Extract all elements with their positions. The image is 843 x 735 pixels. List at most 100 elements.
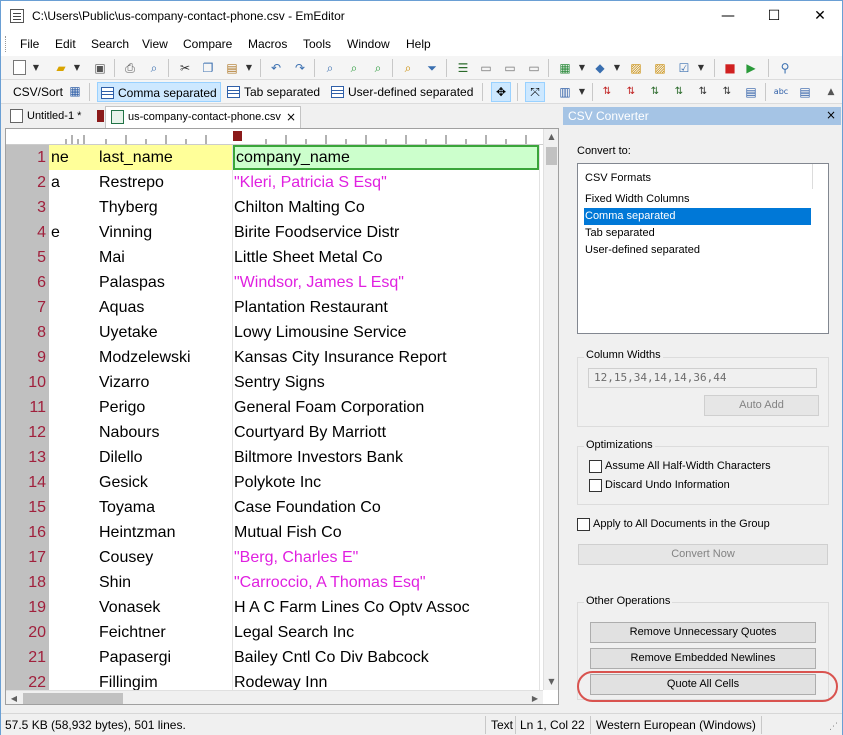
tab-us-company-contact-phone[interactable]: us-company-contact-phone.csv × — [105, 106, 301, 128]
convert-option[interactable]: User-defined separated — [584, 242, 811, 259]
cell[interactable] — [51, 595, 96, 620]
paste-icon[interactable]: ▤ — [224, 60, 240, 76]
cell[interactable] — [51, 270, 96, 295]
close-tab-icon[interactable]: × — [286, 107, 296, 127]
redo-icon[interactable]: ↷ — [292, 60, 308, 76]
discard-undo-checkbox[interactable]: Discard Undo Information — [589, 479, 730, 493]
sort-numeric-desc-icon[interactable]: ⇅ — [671, 84, 687, 100]
paste-dropdown-icon[interactable]: ▼ — [241, 60, 257, 76]
column-widths-input[interactable]: 12,15,34,14,14,36,44 — [588, 368, 817, 388]
cell[interactable]: Modzelewski — [99, 345, 231, 370]
cell[interactable]: a — [51, 170, 96, 195]
convert-option[interactable]: Fixed Width Columns — [584, 191, 811, 208]
cell[interactable]: General Foam Corporation — [234, 395, 539, 420]
table-row[interactable]: Dilello Biltmore Investors Bank — [49, 445, 543, 470]
horizontal-scroll-thumb[interactable] — [23, 693, 123, 704]
table-row[interactable]: Toyama Case Foundation Co — [49, 495, 543, 520]
convert-to-list[interactable]: CSV Formats Fixed Width Columns Comma sepa… — [577, 163, 829, 334]
sort-z-a-icon[interactable]: ⇅ — [623, 84, 639, 100]
cell[interactable] — [51, 620, 96, 645]
cell[interactable] — [51, 520, 96, 545]
tab-separated-button[interactable]: Tab separated — [224, 82, 324, 102]
menu-edit[interactable]: Edit — [55, 37, 76, 51]
cell[interactable]: Papasergi — [99, 645, 231, 670]
table-row[interactable]: e Vinning Birite Foodservice Distr — [49, 220, 543, 245]
sort-length-desc-icon[interactable]: ⇅ — [719, 84, 735, 100]
config-dropdown-icon[interactable]: ▼ — [609, 60, 625, 76]
cell[interactable]: Vizarro — [99, 370, 231, 395]
cell[interactable]: Perigo — [99, 395, 231, 420]
find-in-files-icon[interactable]: ⌕ — [400, 60, 416, 76]
remove-unnecessary-quotes-button[interactable]: Remove Unnecessary Quotes — [590, 622, 816, 643]
cell[interactable]: ne — [49, 145, 98, 170]
config-icon[interactable]: ◆ — [592, 60, 608, 76]
cell[interactable]: Nabours — [99, 420, 231, 445]
cell[interactable]: "Carroccio, A Thomas Esq" — [234, 570, 539, 595]
cell[interactable]: Vonasek — [99, 595, 231, 620]
menu-file[interactable]: File — [20, 37, 39, 51]
table-row[interactable]: Perigo General Foam Corporation — [49, 395, 543, 420]
assume-half-width-checkbox[interactable]: Assume All Half-Width Characters — [589, 460, 771, 474]
cell[interactable]: Courtyard By Marriott — [234, 420, 539, 445]
cell[interactable]: H A C Farm Lines Co Optv Assoc — [234, 595, 539, 620]
column-icon[interactable]: ▥ — [557, 84, 573, 100]
cell[interactable]: Birite Foodservice Distr — [234, 220, 539, 245]
print-icon[interactable]: ⎙ — [122, 60, 138, 76]
table-row[interactable]: Uyetake Lowy Limousine Service — [49, 320, 543, 345]
undo-icon[interactable]: ↶ — [268, 60, 284, 76]
table-row[interactable]: Shin "Carroccio, A Thomas Esq" — [49, 570, 543, 595]
plugin-icon[interactable]: ⚲ — [777, 60, 793, 76]
customize-icon[interactable]: ▨ — [628, 60, 644, 76]
table-row[interactable]: Heintzman Mutual Fish Co — [49, 520, 543, 545]
convert-option[interactable]: CSV Formats — [584, 170, 811, 187]
close-window-button[interactable]: ✕ — [797, 1, 843, 32]
cell[interactable]: Restrepo — [99, 170, 231, 195]
wrap-window-icon[interactable]: ▭ — [478, 60, 494, 76]
cell[interactable]: Shin — [99, 570, 231, 595]
user-defined-separated-button[interactable]: User-defined separated — [328, 82, 477, 102]
auto-add-button[interactable]: Auto Add — [704, 395, 819, 416]
cell[interactable]: Aquas — [99, 295, 231, 320]
cell[interactable]: Toyama — [99, 495, 231, 520]
cell[interactable] — [51, 420, 96, 445]
select-cell-icon[interactable]: ✥ — [491, 82, 511, 102]
menu-macros[interactable]: Macros — [248, 37, 287, 51]
close-panel-icon[interactable]: × — [826, 108, 836, 122]
new-file-icon[interactable] — [13, 60, 26, 75]
filter-icon[interactable]: ⏷ — [424, 60, 440, 76]
convert-option[interactable]: Tab separated — [584, 225, 811, 242]
table-row[interactable]: Palaspas "Windsor, James L Esq" — [49, 270, 543, 295]
cell[interactable]: Polykote Inc — [234, 470, 539, 495]
maximize-button[interactable]: ☐ — [751, 1, 797, 32]
copy-icon[interactable]: ❐ — [200, 60, 216, 76]
no-wrap-icon[interactable]: ▭ — [526, 60, 542, 76]
wrap-page-icon[interactable]: ▭ — [502, 60, 518, 76]
table-row[interactable]: Nabours Courtyard By Marriott — [49, 420, 543, 445]
csv-rows[interactable]: ne last_name company_name a Restrepo "Kler… — [49, 145, 543, 691]
cell[interactable]: Legal Search Inc — [234, 620, 539, 645]
vertical-scrollbar[interactable]: ▲ ▼ — [543, 129, 558, 690]
find-previous-icon[interactable]: ⌕ — [370, 60, 386, 76]
cell[interactable] — [51, 470, 96, 495]
cell[interactable] — [51, 395, 96, 420]
cell[interactable] — [51, 320, 96, 345]
checklist-icon[interactable]: ☑ — [676, 60, 692, 76]
stop-macro-icon[interactable]: ■ — [722, 60, 738, 76]
cell[interactable]: Case Foundation Co — [234, 495, 539, 520]
convert-option[interactable]: Comma separated — [584, 208, 811, 225]
editor-area[interactable]: ne last_name company_name a Restrepo "Kler… — [5, 128, 559, 705]
table-row[interactable]: a Restrepo "Kleri, Patricia S Esq" — [49, 170, 543, 195]
new-dropdown-icon[interactable]: ▼ — [28, 60, 44, 76]
cell[interactable] — [51, 245, 96, 270]
encoding-status[interactable]: Western European (Windows) — [596, 718, 756, 732]
toolbar-overflow-icon[interactable]: ▲ — [823, 84, 839, 100]
csv-converter-icon[interactable]: ⤧ — [525, 82, 545, 102]
open-folder-icon[interactable]: ▰ — [53, 60, 69, 76]
cell[interactable]: "Berg, Charles E" — [234, 545, 539, 570]
table-row[interactable]: Modzelewski Kansas City Insurance Report — [49, 345, 543, 370]
cell[interactable]: last_name — [98, 145, 232, 170]
cursor-position-status[interactable]: Ln 1, Col 22 — [520, 718, 585, 732]
cut-icon[interactable]: ✂ — [177, 60, 193, 76]
menu-compare[interactable]: Compare — [183, 37, 232, 51]
cell[interactable] — [51, 495, 96, 520]
